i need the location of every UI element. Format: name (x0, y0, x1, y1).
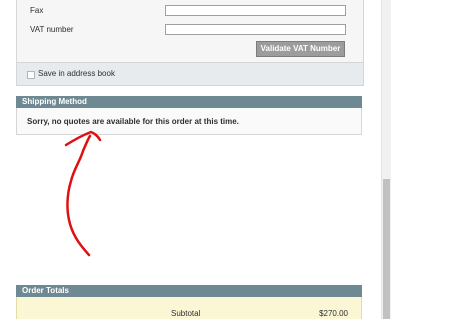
subtotal-value: $270.00 (319, 309, 348, 318)
shipping-method-panel: Sorry, no quotes are available for this … (16, 108, 362, 135)
fax-field[interactable] (165, 5, 346, 16)
save-in-address-book-checkbox[interactable] (27, 71, 35, 79)
scrollbar-thumb[interactable] (383, 179, 390, 319)
save-in-address-book-row: Save in address book (17, 62, 363, 86)
vertical-scrollbar[interactable] (381, 0, 391, 319)
shipping-method-header: Shipping Method (16, 96, 362, 108)
fax-label: Fax (30, 6, 44, 15)
order-totals-panel: Subtotal $270.00 (16, 297, 362, 319)
validate-vat-number-button[interactable]: Validate VAT Number (256, 41, 345, 57)
order-totals-header: Order Totals (16, 285, 362, 297)
save-in-address-book-label[interactable]: Save in address book (38, 69, 115, 78)
vat-number-label: VAT number (30, 25, 74, 34)
subtotal-label: Subtotal (171, 309, 201, 318)
arrow-shaft (66, 134, 92, 257)
no-quotes-message: Sorry, no quotes are available for this … (27, 117, 239, 126)
billing-address-panel: Fax VAT number Validate VAT Number Save … (16, 0, 364, 86)
vat-number-field[interactable] (165, 24, 346, 35)
